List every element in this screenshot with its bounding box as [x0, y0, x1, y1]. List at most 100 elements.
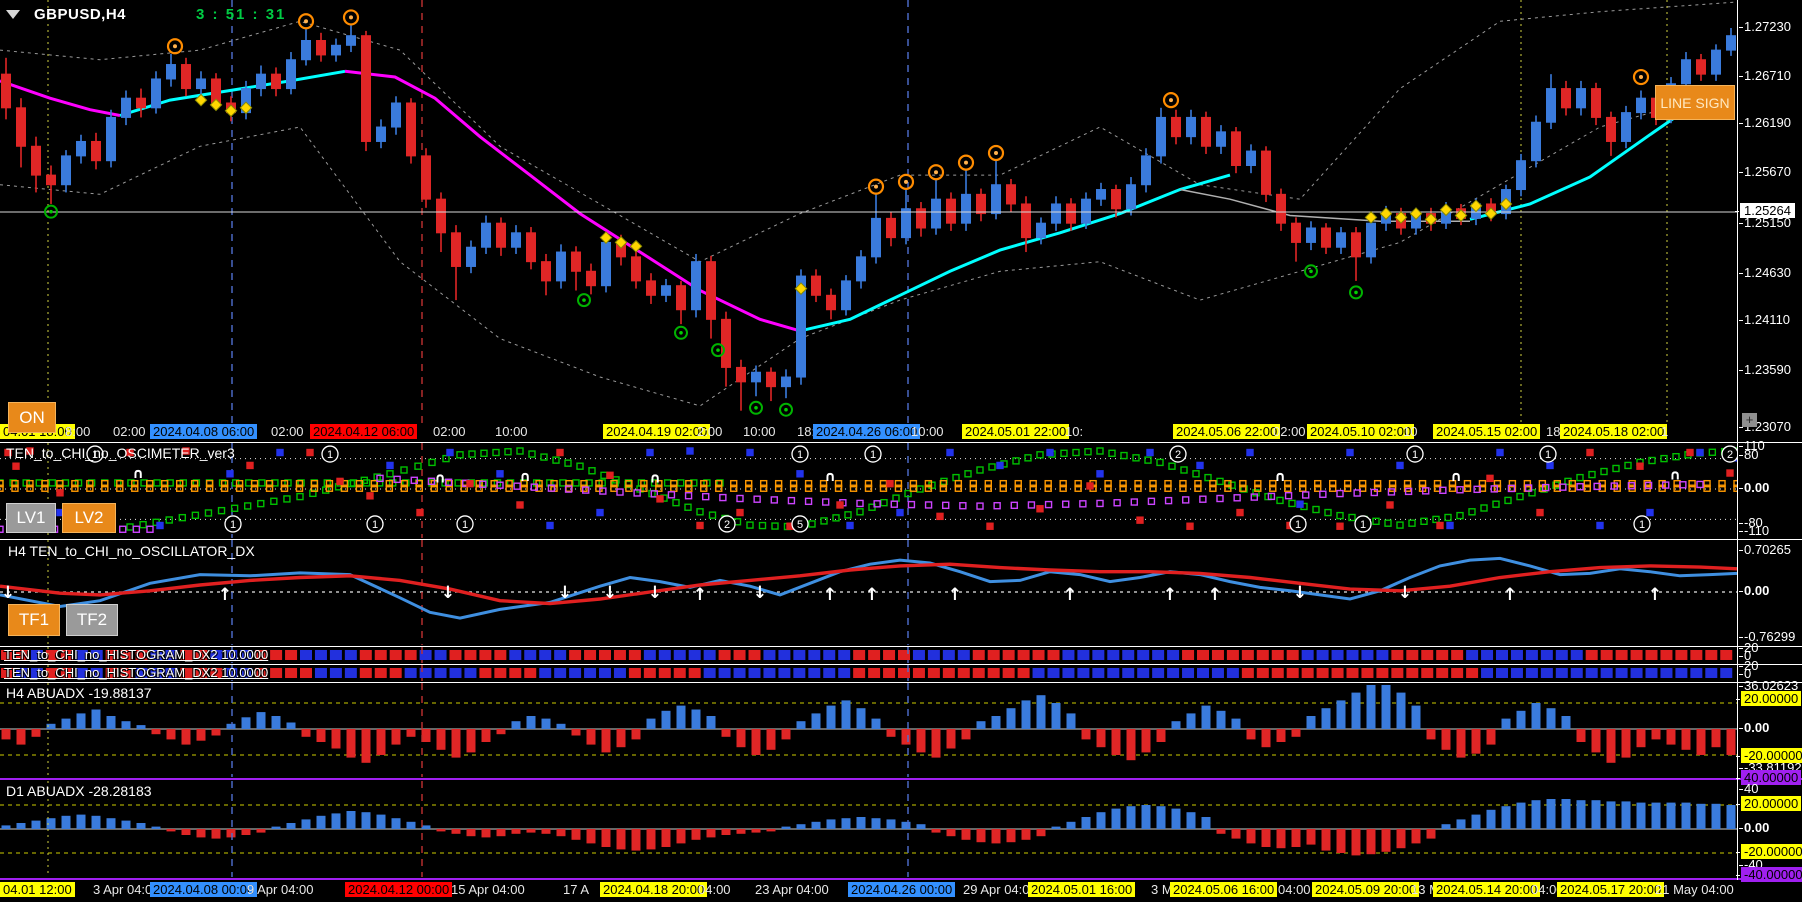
- time-axis-label: 2024.05.10 02:00: [1307, 424, 1415, 439]
- svg-text:↓: ↓: [1398, 583, 1412, 603]
- svg-text:1: 1: [1295, 519, 1301, 531]
- time-axis-label: 2024.05.14 20:00: [1433, 882, 1541, 897]
- time-axis-label: 10:00: [911, 424, 944, 439]
- time-axis-label: 2024.05.18 02:00: [1560, 424, 1668, 439]
- time-axis-label: 02:00: [271, 424, 304, 439]
- svg-text:1: 1: [327, 449, 333, 461]
- symbol-timeframe-label: GBPUSD,H4: [34, 6, 127, 23]
- bottom-time-axis: 04.01 12:00 3 Apr 04:00 2024.04.08 00:00 9 …: [0, 881, 1802, 900]
- main-price-chart: [0, 0, 1738, 423]
- time-axis-label: 04:00: [1278, 882, 1311, 897]
- scale-value-label: 20.00000: [1735, 691, 1802, 706]
- histogram-strip-1: TEN_to_CHI_no_HISTOGRAM_DX2 10.0000: [0, 647, 1738, 663]
- svg-text:1: 1: [1360, 519, 1366, 531]
- scale-value-label: 0.00: [1738, 720, 1770, 735]
- d1-abuadx-chart: [0, 781, 1738, 877]
- svg-text:5: 5: [797, 519, 803, 531]
- scale-value-label: 40: [1738, 781, 1759, 796]
- svg-text:∩: ∩: [434, 471, 445, 487]
- time-axis-label: 2024.04.26 00:00: [848, 882, 956, 897]
- time-axis-label: 02:00: [433, 424, 466, 439]
- time-axis-label: 10: [1403, 424, 1418, 439]
- time-axis-label: 10:00: [743, 424, 776, 439]
- h4-abuadx-label: H4 ABUADX -19.88137: [6, 685, 152, 701]
- svg-text:↑: ↑: [948, 585, 962, 605]
- svg-text:1: 1: [462, 519, 468, 531]
- svg-text:↑: ↑: [1063, 585, 1077, 605]
- tf1-button[interactable]: TF1: [8, 604, 60, 636]
- svg-text:1: 1: [797, 449, 803, 461]
- chart-dropdown-icon[interactable]: [6, 10, 20, 19]
- time-axis-label: 2024.05.01 16:00: [1028, 882, 1136, 897]
- time-axis-label: 23 Apr 04:00: [755, 882, 829, 897]
- svg-text:2: 2: [724, 519, 730, 531]
- oscimeter-label: TEN_to_CHI_no_OSCIMETER_ver3: [6, 445, 235, 461]
- time-axis-label: 21 May 04:00: [1655, 882, 1734, 897]
- svg-text:1: 1: [230, 519, 236, 531]
- plus-icon[interactable]: +: [1742, 413, 1757, 427]
- svg-text:↓: ↓: [1, 583, 15, 603]
- time-axis-label: 2024.05.17 20:00: [1557, 882, 1665, 897]
- oscillator-chart: ↓ ↑ ↓ ↓ ↓ ↓ ↑ ↓ ↑ ↑ ↑ ↑ ↑ ↑ ↓ ↓ ↑ ↑: [0, 540, 1738, 645]
- time-axis-label: 17 A: [563, 882, 590, 897]
- time-axis-label: 2024.04.12 00:00: [345, 882, 453, 897]
- time-axis-label: 2024.04.12 06:00: [310, 424, 418, 439]
- svg-text:∩: ∩: [824, 469, 835, 485]
- svg-text:1: 1: [1639, 519, 1645, 531]
- lv2-button[interactable]: LV2: [62, 503, 116, 533]
- svg-text:↑: ↑: [865, 585, 879, 605]
- trading-terminal: GBPUSD,H4 3 : 51 : 31 ON LINE SIGN 04.01…: [0, 0, 1802, 902]
- time-axis-label: 2024.05.06 22:00: [1173, 424, 1281, 439]
- time-axis-label: 1: [1661, 424, 1669, 439]
- histogram-strip1-label: TEN_to_CHI_no_HISTOGRAM_DX2 10.0000: [4, 647, 269, 662]
- svg-text:∩: ∩: [519, 469, 530, 485]
- oscimeter-chart: 1 1 1 1 2 1 1 21 1 1 2 5 1 1 1∩ ∩ ∩ ∩ ∩ ∩ ∩ ∩: [0, 443, 1738, 538]
- line-sign-button[interactable]: LINE SIGN: [1655, 85, 1735, 120]
- oscillator-label: H4 TEN_to_CHI_no_OSCILLATOR_DX: [8, 543, 255, 559]
- scale-value-label: 1.25150: [1739, 215, 1791, 230]
- svg-text:↓: ↓: [1293, 583, 1307, 603]
- scale-value-label: -40.00000: [1736, 867, 1802, 882]
- scale-value-label: 1.24630: [1739, 265, 1791, 280]
- scale-value-label: -110: [1738, 523, 1770, 538]
- time-axis-label: 10:: [1065, 424, 1084, 439]
- time-axis-label: 02:00: [1273, 424, 1306, 439]
- time-axis-label: 15 Apr 04:00: [451, 882, 525, 897]
- time-axis-label: 2024.05.15 02:00: [1433, 424, 1541, 439]
- scale-value-label: 1.24110: [1738, 312, 1791, 327]
- tf2-button[interactable]: TF2: [66, 604, 118, 636]
- scale-value-label: 0.70265: [1739, 542, 1791, 557]
- lv1-button[interactable]: LV1: [6, 503, 56, 533]
- time-axis-label: 2024.05.01 22:00: [962, 424, 1070, 439]
- time-axis-label: 2024.04.18 20:00: [600, 882, 708, 897]
- scale-value-label: 0.00: [1738, 820, 1770, 835]
- main-date-axis: 04.01 18:008:0002:002024.04.08 06:0002:0…: [0, 423, 1738, 442]
- scale-value-label: 1.27230: [1739, 19, 1791, 34]
- time-axis-label: 2024.04.26 06:00: [813, 424, 921, 439]
- candle-countdown-timer: 3 : 51 : 31: [196, 6, 287, 23]
- oscimeter-panel: 1 1 1 1 2 1 1 2 1 1 1 2 5 1 1 1 ∩ ∩ ∩ ∩ ∩ ∩ ∩ ∩ TEN_to_CHI_no_O…: [0, 443, 1738, 538]
- svg-text:↑: ↑: [823, 585, 837, 605]
- scale-value-label: 1.26190: [1739, 115, 1791, 130]
- svg-text:2: 2: [1727, 449, 1733, 461]
- svg-text:↑: ↑: [693, 585, 707, 605]
- svg-text:↓: ↓: [558, 583, 572, 603]
- symbol-header: GBPUSD,H4 3 : 51 : 31: [6, 6, 286, 23]
- time-axis-label: 04:00: [698, 882, 731, 897]
- on-button[interactable]: ON: [8, 402, 56, 433]
- histogram-strip2-label: TEN_to_CHI_no_HISTOGRAM_DX2 10.0000: [4, 665, 269, 680]
- time-axis-label: 29 Apr 04:0: [963, 882, 1030, 897]
- svg-text:1: 1: [1412, 449, 1418, 461]
- svg-text:↑: ↑: [1503, 585, 1517, 605]
- svg-text:1: 1: [1545, 449, 1551, 461]
- svg-text:↑: ↑: [1208, 585, 1222, 605]
- oscillator-panel: ↓ ↑ ↓ ↓ ↓ ↓ ↑ ↓ ↑ ↑ ↑ ↑ ↑ ↑ ↓ ↓ ↑ ↑ H4 TEN_to_CHI_no_OSCI…: [0, 540, 1738, 645]
- svg-text:∩: ∩: [649, 471, 660, 487]
- histogram-strip-2: TEN_to_CHI_no_HISTOGRAM_DX2 10.0000: [0, 665, 1738, 681]
- scale-value-label: 0.00: [1738, 480, 1770, 495]
- time-axis-label: 10:00: [495, 424, 528, 439]
- svg-text:∩: ∩: [1669, 468, 1680, 484]
- scale-value-label: 1.25670: [1739, 164, 1791, 179]
- svg-text:↓: ↓: [753, 583, 767, 603]
- time-axis-label: 02:00: [113, 424, 146, 439]
